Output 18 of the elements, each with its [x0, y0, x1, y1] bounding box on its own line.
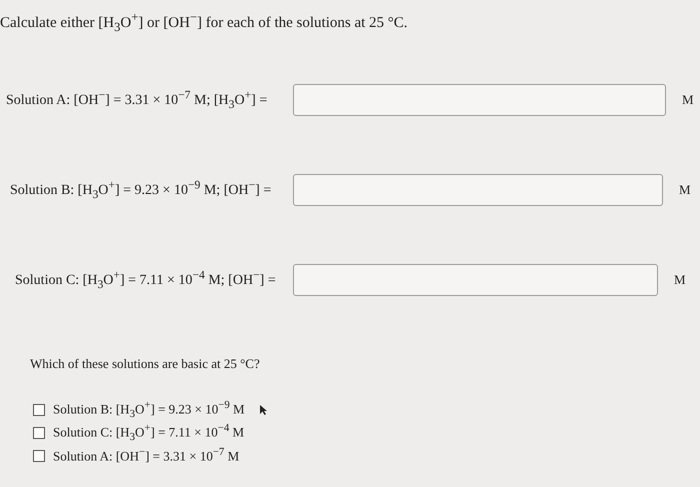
- choice-label[interactable]: Solution A: [OH$^{−}$] = 3.31 × 10$^{−7}$ M: [53, 446, 240, 465]
- checkbox[interactable]: [33, 404, 45, 416]
- answer-field[interactable]: [293, 84, 666, 116]
- question-label: Solution C: [H$_{3}$O$^{+}$] = 7.11 × 10$^{−4}$ M; [OH$^{−}$] =: [15, 273, 276, 288]
- checkbox[interactable]: [33, 450, 45, 462]
- answer-field[interactable]: [293, 264, 658, 296]
- checkbox[interactable]: [33, 426, 45, 438]
- instruction-text: Calculate either [H$_{3}$O$^{+}$] or [OH$^{−}$] for each of the solutions at 25 °C.: [0, 10, 408, 35]
- mouse-pointer-icon: [260, 404, 267, 414]
- question-text: Which of these solutions are basic at 25 °C?: [30, 356, 260, 371]
- choice-label[interactable]: Solution C: [H$_{3}$O$^{+}$] = 7.11 × 10$^{−4}$ M: [53, 422, 244, 443]
- answer-field[interactable]: [293, 174, 663, 206]
- choice-label[interactable]: Solution B: [H$_{3}$O$^{+}$] = 9.23 × 10$^{−9}$ M: [53, 399, 245, 420]
- unit-label: M: [674, 272, 686, 288]
- unit-label: M: [679, 182, 691, 198]
- question-label: Solution A: [OH$^{−}$] = 3.31 × 10$^{−7}$ M; [H$_{3}$O$^{+}$] =: [6, 93, 268, 108]
- unit-label: M: [682, 92, 694, 108]
- question-label: Solution B: [H$_{3}$O$^{+}$] = 9.23 × 10$^{−9}$ M; [OH$^{−}$] =: [10, 183, 272, 198]
